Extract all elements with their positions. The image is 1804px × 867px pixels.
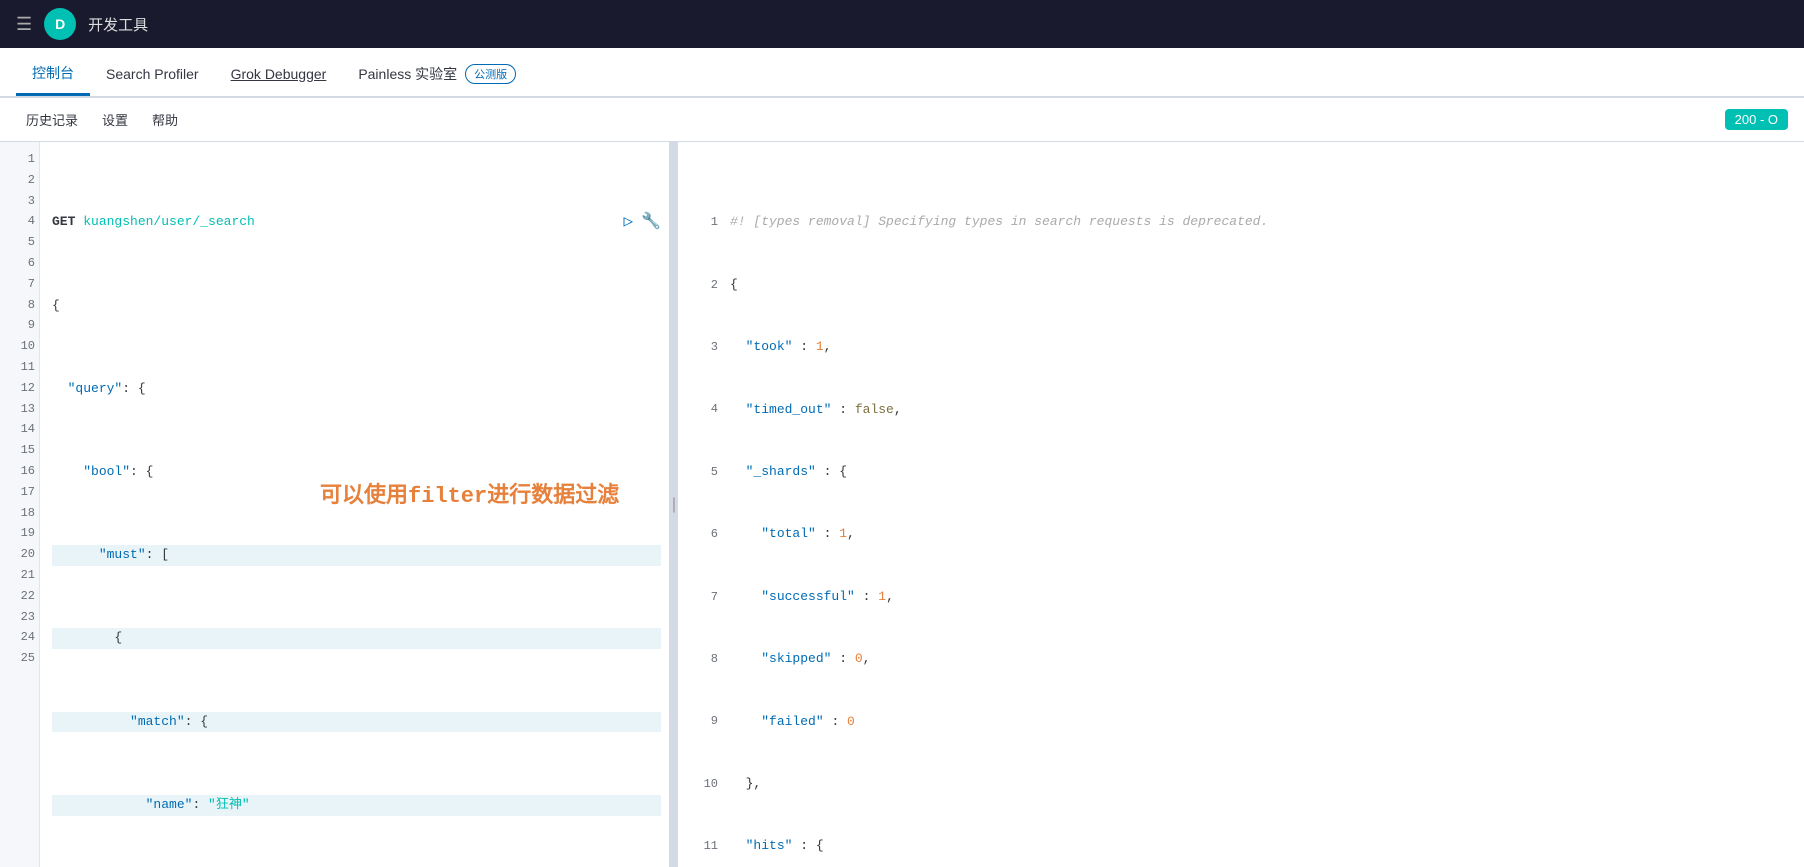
code-area: 12345 678910 1112131415 1617181920 21222… [0, 142, 669, 867]
response-code: 1 #! [types removal] Specifying types in… [678, 142, 1804, 867]
run-icon[interactable]: ▷ [623, 210, 633, 236]
tab-console[interactable]: 控制台 [16, 52, 90, 96]
menu-icon[interactable]: ☰ [16, 14, 32, 35]
resp-line-1: 1 #! [types removal] Specifying types in… [690, 212, 1796, 233]
app-title: 开发工具 [88, 14, 148, 35]
editor-code: GET kuangshen/user/_search ▷ 🔧 { "query"… [40, 142, 669, 867]
nav-tabs: 控制台 Search Profiler Grok Debugger Painle… [0, 48, 1804, 98]
line-numbers: 12345 678910 1112131415 1617181920 21222… [0, 142, 40, 867]
resp-line-3: 3 "took" : 1, [690, 337, 1796, 358]
help-button[interactable]: 帮助 [142, 106, 188, 133]
avatar: D [44, 8, 76, 40]
panel-resizer[interactable]: | [670, 142, 678, 867]
wrench-icon[interactable]: 🔧 [641, 210, 661, 236]
code-line-6: { [52, 628, 661, 649]
resp-line-9: 9 "failed" : 0 [690, 712, 1796, 733]
resp-line-11: 11 "hits" : { [690, 836, 1796, 857]
status-badge: 200 - O [1725, 109, 1788, 130]
response-panel[interactable]: 1 #! [types removal] Specifying types in… [678, 142, 1804, 867]
resp-line-2: 2 { [690, 275, 1796, 296]
resp-line-4: 4 "timed_out" : false, [690, 400, 1796, 421]
main-content: 12345 678910 1112131415 1617181920 21222… [0, 142, 1804, 867]
tab-grok-debugger[interactable]: Grok Debugger [215, 52, 343, 96]
resp-line-6: 6 "total" : 1, [690, 524, 1796, 545]
resp-line-8: 8 "skipped" : 0, [690, 649, 1796, 670]
tab-search-profiler[interactable]: Search Profiler [90, 52, 215, 96]
resp-line-5: 5 "_shards" : { [690, 462, 1796, 483]
code-line-5: "must": [ [52, 545, 661, 566]
code-line-7: "match": { [52, 712, 661, 733]
resp-line-7: 7 "successful" : 1, [690, 587, 1796, 608]
code-line-2: { [52, 296, 661, 317]
tab-painless[interactable]: Painless 实验室 公测版 [342, 52, 532, 96]
code-line-4: "bool": { [52, 462, 661, 483]
toolbar-left: 历史记录 设置 帮助 [16, 106, 188, 133]
code-line-1: GET kuangshen/user/_search ▷ 🔧 [52, 212, 661, 233]
top-bar: ☰ D 开发工具 [0, 0, 1804, 48]
beta-badge: 公测版 [465, 64, 516, 84]
toolbar: 历史记录 设置 帮助 200 - O [0, 98, 1804, 142]
code-line-8: "name": "狂神" [52, 795, 661, 816]
history-button[interactable]: 历史记录 [16, 106, 88, 133]
editor-panel[interactable]: 12345 678910 1112131415 1617181920 21222… [0, 142, 670, 867]
code-line-3: "query": { [52, 379, 661, 400]
settings-button[interactable]: 设置 [92, 106, 138, 133]
resp-line-10: 10 }, [690, 774, 1796, 795]
